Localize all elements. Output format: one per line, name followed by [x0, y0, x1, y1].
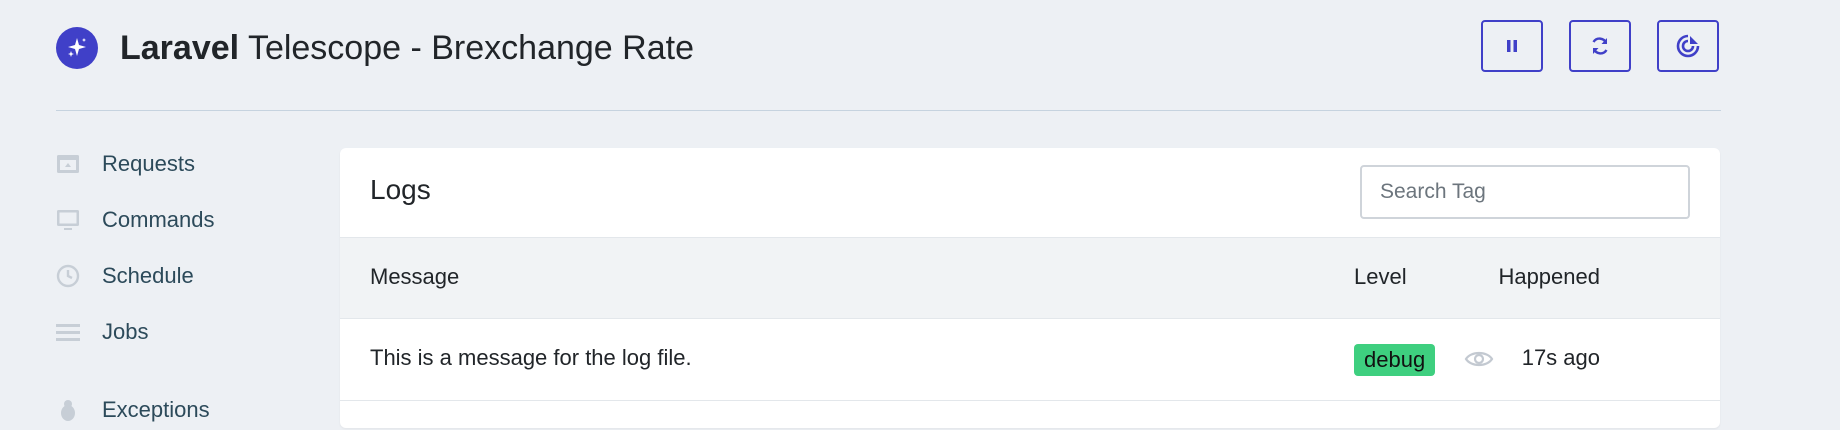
- sidebar-item-label: Exceptions: [102, 397, 210, 422]
- table-row[interactable]: This is a message for the log file. debu…: [340, 319, 1720, 401]
- sidebar-item-label: Schedule: [102, 263, 194, 288]
- refresh-button[interactable]: [1569, 20, 1631, 72]
- sidebar-item-exceptions[interactable]: Exceptions: [56, 390, 210, 430]
- level-badge: debug: [1354, 344, 1436, 376]
- eye-icon[interactable]: [1464, 347, 1494, 376]
- sidebar-item-label: Requests: [102, 151, 195, 176]
- app-title: Telescope - Brexchange Rate: [247, 29, 694, 67]
- list-icon: [56, 320, 80, 344]
- card-header: Logs: [340, 148, 1720, 238]
- logs-card: Logs Message Level Happened This is a me…: [340, 148, 1720, 428]
- column-header-level: Level: [1354, 264, 1407, 289]
- card-title: Logs: [370, 174, 431, 205]
- search-tag-input[interactable]: [1360, 165, 1690, 219]
- column-header-happened: Happened: [1498, 264, 1600, 289]
- pause-button[interactable]: [1481, 20, 1543, 72]
- brand-name: Laravel: [120, 29, 240, 67]
- refresh-icon: [1592, 37, 1608, 55]
- sidebar-item-schedule[interactable]: Schedule: [56, 256, 194, 296]
- clock-icon: [56, 264, 80, 288]
- sidebar-item-label: Jobs: [102, 319, 149, 344]
- sidebar-item-label: Commands: [102, 207, 215, 232]
- bug-icon: [56, 398, 80, 422]
- app-header: Laravel Telescope - Brexchange Rate: [56, 20, 1720, 80]
- sidebar-item-requests[interactable]: Requests: [56, 144, 195, 184]
- monitor-icon: [56, 208, 80, 232]
- sidebar-item-jobs[interactable]: Jobs: [56, 312, 148, 352]
- column-header-message: Message: [370, 264, 460, 289]
- page-title: Laravel Telescope - Brexchange Rate: [120, 26, 694, 70]
- telescope-logo-icon[interactable]: [56, 27, 98, 69]
- table-header: Message Level Happened: [340, 238, 1720, 319]
- sidebar-item-commands[interactable]: Commands: [56, 200, 214, 240]
- log-message: This is a message for the log file.: [370, 345, 692, 370]
- requests-icon: [56, 152, 80, 176]
- prune-button[interactable]: [1657, 20, 1719, 72]
- header-divider: [56, 110, 1721, 111]
- happened-time: 17s ago: [1521, 345, 1600, 370]
- pause-icon: [1507, 40, 1517, 52]
- prune-icon: [1676, 34, 1700, 58]
